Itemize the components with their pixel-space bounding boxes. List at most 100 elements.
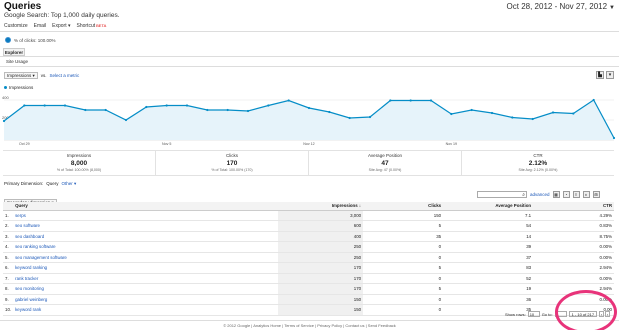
x-tick-label: Oct 29 (19, 142, 30, 146)
table-row[interactable]: 4. seo ranking software 250 0 39 0.00% (3, 241, 614, 253)
query-link[interactable]: seo monitoring (13, 283, 279, 295)
divider (0, 56, 619, 57)
table-row[interactable]: 7. rank tracker 170 0 52 0.00% (3, 273, 614, 284)
ctr-header[interactable]: CTR (533, 202, 614, 211)
scorecard-value: 8,000 (70, 160, 88, 167)
ctr-cell: 4.29% (533, 210, 614, 221)
table-row[interactable]: 9. gabriel weinberg 150 0 36 0.00% (3, 294, 614, 305)
export-button[interactable]: Export ▾ (52, 23, 70, 29)
scorecard-value: 47 (381, 160, 389, 167)
impressions-cell: 250 (278, 241, 364, 253)
data-point (450, 112, 453, 116)
x-tick-label: Nov 19 (446, 142, 457, 146)
customize-button[interactable]: Customize (4, 23, 28, 29)
impressions-cell: 170 (278, 283, 364, 295)
select-metric-link[interactable]: Select a metric (50, 73, 80, 78)
footer-links: © 2012 Google | Analytics Home | Terms o… (223, 323, 396, 328)
impressions-cell: 600 (278, 220, 364, 232)
tab-explorer[interactable]: Explorer (3, 48, 25, 56)
performance-view-icon[interactable]: ≡ (572, 191, 580, 198)
chart-controls: ▙ ▾ (596, 71, 614, 79)
query-link[interactable]: rank tracker (13, 273, 279, 284)
query-link[interactable]: seo dashboard (13, 231, 279, 242)
query-link[interactable]: serps (13, 210, 279, 221)
row-index: 5. (3, 252, 14, 263)
scorecard-subtext: Site Avg: 47 (0.00%) (368, 168, 402, 172)
tab-site-usage[interactable]: Site Usage (6, 59, 28, 64)
data-point (185, 104, 189, 107)
table-row[interactable]: 8. seo monitoring 170 5 19 2.94% (3, 283, 614, 295)
data-point (43, 104, 46, 107)
pivot-view-icon[interactable]: ⊞ (592, 191, 600, 198)
clicks-header[interactable]: Clicks (363, 202, 444, 211)
shortcut-button[interactable]: ShortcutBETA (77, 23, 107, 29)
impressions-cell: 250 (278, 252, 364, 263)
table-row[interactable]: 2. seo software 600 5 54 0.83% (3, 220, 614, 232)
divider (0, 66, 619, 67)
table-row[interactable]: 5. seo management software 250 0 37 0.00% (3, 252, 614, 263)
query-link[interactable]: keyword ranking (13, 262, 279, 274)
metric-dropdown[interactable]: Impressions ▾ (4, 72, 38, 79)
row-index: 7. (3, 273, 14, 284)
date-range-picker[interactable]: Oct 28, 2012 - Nov 27, 2012 ▼ (507, 2, 615, 11)
area-fill (4, 100, 614, 140)
page-title: Queries (4, 1, 42, 12)
impressions-cell: 170 (278, 262, 364, 274)
data-point (612, 136, 616, 140)
chart-options-icon[interactable]: ▾ (606, 71, 614, 79)
goto-label: Go to: (541, 311, 553, 317)
comparison-view-icon[interactable]: ± (582, 191, 590, 198)
table-row[interactable]: 1. serps 3,000 150 7.1 4.29% (3, 210, 614, 221)
data-point (409, 99, 412, 102)
clicks-percentage: % of clicks: 100.00% (14, 37, 56, 43)
pie-chart-icon (5, 37, 11, 43)
query-link[interactable]: gabriel weinberg (13, 294, 279, 305)
query-link[interactable]: seo software (13, 220, 279, 232)
x-tick-label: Nov 5 (162, 142, 171, 146)
clicks-cell: 5 (363, 262, 444, 274)
scorecard-label: Impressions (66, 153, 92, 158)
clicks-cell: 0 (363, 294, 444, 305)
table-view-icon[interactable]: ▦ (552, 191, 560, 198)
query-link[interactable]: keyword rank (13, 304, 279, 316)
date-range-text: Oct 28, 2012 - Nov 27, 2012 (506, 2, 608, 11)
row-index: 6. (3, 262, 14, 274)
query-link[interactable]: seo ranking software (13, 241, 279, 253)
table-row[interactable]: 6. keyword ranking 170 5 83 2.94% (3, 262, 614, 274)
data-point (531, 117, 534, 121)
index-header (3, 202, 14, 211)
advanced-filter-link[interactable]: advanced (530, 192, 550, 197)
page-subtitle: Google Search: Top 1,000 daily queries. (4, 12, 120, 19)
query-link[interactable]: seo management software (13, 252, 279, 263)
position-cell: 83 (443, 262, 534, 274)
primary-dimension-query[interactable]: Query (46, 181, 58, 187)
data-point (551, 111, 555, 114)
clicks-cell: 0 (363, 252, 444, 263)
other-dimension-link[interactable]: Other ▾ (62, 181, 77, 187)
rows-per-page-select[interactable]: 10 (527, 311, 540, 317)
data-point (490, 111, 494, 115)
ctr-cell: 8.75% (533, 231, 614, 242)
scorecard: Impressions 8,000% of Total: 100.00% (8,0… (3, 151, 156, 175)
position-header[interactable]: Average Position (443, 202, 534, 211)
data-point (63, 104, 67, 107)
table-row[interactable]: 3. seo dashboard 400 35 14 8.75% (3, 231, 614, 242)
position-cell: 36 (443, 294, 534, 305)
data-point (23, 104, 26, 107)
row-index: 4. (3, 241, 14, 253)
impressions-header[interactable]: Impressions ↓ (278, 202, 364, 211)
query-header[interactable]: Query (13, 202, 279, 211)
email-button[interactable]: Email (34, 23, 47, 29)
data-point (226, 108, 229, 112)
position-cell: 14 (443, 231, 534, 242)
line-chart-icon[interactable]: ▙ (596, 71, 604, 79)
metric-dropdown-value: Impressions (7, 73, 32, 78)
ctr-cell: 2.94% (533, 262, 614, 274)
position-cell: 19 (443, 283, 534, 295)
data-point (287, 99, 290, 102)
scorecard-label: Average Position (368, 153, 402, 158)
data-point (470, 108, 473, 112)
pie-view-icon[interactable]: ◔ (562, 191, 570, 198)
row-index: 8. (3, 283, 14, 295)
table-search-input[interactable]: ⌕ (477, 191, 527, 198)
